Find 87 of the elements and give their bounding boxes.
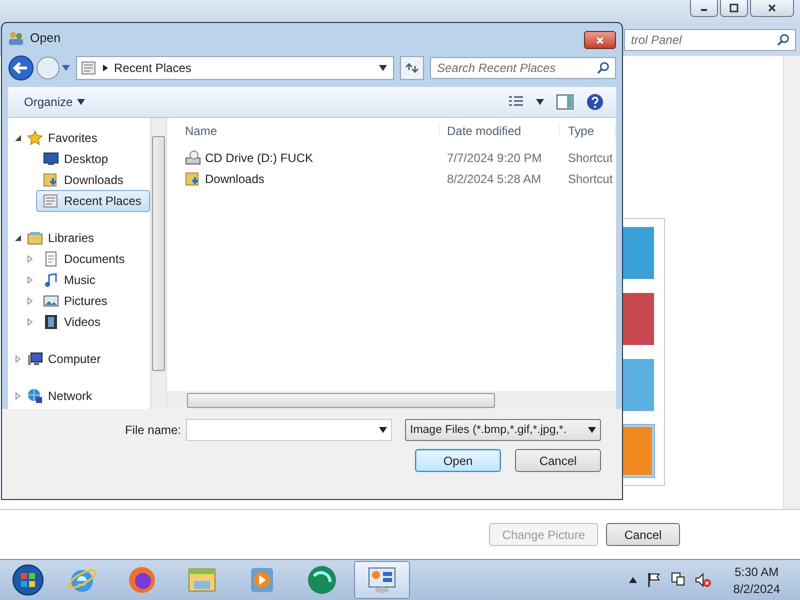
- monitor-icon: [43, 150, 59, 166]
- chevron-icon: [103, 64, 108, 72]
- caret-icon: [76, 99, 85, 105]
- column-header[interactable]: Name: [167, 124, 440, 138]
- breadcrumb[interactable]: Recent Places: [114, 61, 192, 75]
- dropdown-arrow-icon[interactable]: [536, 99, 544, 105]
- recent-places-icon: [81, 60, 97, 76]
- dropdown-arrow-icon[interactable]: [379, 427, 387, 433]
- view-list-icon[interactable]: [508, 95, 524, 109]
- nav-item[interactable]: Desktop: [36, 148, 118, 170]
- clock-date[interactable]: 8/2/2024: [733, 582, 780, 596]
- taskbar-button[interactable]: [354, 561, 410, 599]
- scrollbar[interactable]: [783, 56, 800, 509]
- close-button[interactable]: [750, 0, 794, 17]
- nav-item[interactable]: Network: [24, 384, 102, 406]
- library-icon: [27, 230, 43, 246]
- preview-pane-icon[interactable]: [556, 94, 574, 110]
- expand-arrow-icon[interactable]: [14, 392, 22, 400]
- collapse-arrow-icon[interactable]: [14, 134, 22, 142]
- disc-drive-icon: [185, 150, 201, 166]
- start-orb-button: [12, 564, 44, 596]
- nav-item[interactable]: Music: [36, 268, 104, 290]
- organize-button[interactable]: Organize: [18, 93, 91, 111]
- expand-arrow-icon[interactable]: [26, 276, 34, 284]
- nav-item[interactable]: Recent Places: [36, 190, 150, 212]
- refresh-icon: [405, 62, 419, 74]
- search-field[interactable]: trol Panel: [624, 29, 796, 51]
- file-type-dropdown[interactable]: Image Files (*.bmp,*.gif,*.jpg,*.: [405, 419, 601, 441]
- address-bar[interactable]: Recent Places: [76, 56, 394, 80]
- document-icon: [43, 250, 59, 266]
- speaker-muted-icon[interactable]: [695, 572, 712, 588]
- computer-icon: [27, 350, 43, 366]
- column-header[interactable]: Type: [560, 124, 616, 138]
- nav-item[interactable]: Pictures: [36, 290, 116, 312]
- nav-item[interactable]: Computer: [24, 348, 110, 370]
- nav-item[interactable]: Downloads: [36, 168, 132, 190]
- flag-icon[interactable]: [647, 572, 662, 588]
- type-cell-text: Shortcut: [567, 172, 614, 186]
- picture-icon: [43, 292, 59, 308]
- show-hidden-icons-button[interactable]: [629, 577, 638, 583]
- collapse-arrow-icon[interactable]: [14, 234, 22, 242]
- expand-arrow-icon[interactable]: [26, 296, 34, 304]
- dropdown-arrow-icon: [588, 427, 596, 433]
- maximize-button[interactable]: [720, 0, 748, 17]
- open-button[interactable]: Open: [415, 449, 501, 472]
- column-header[interactable]: Date modified: [440, 124, 560, 138]
- music-note-icon: [43, 272, 59, 288]
- date-cell-text: 7/7/2024 9:20 PM: [446, 150, 543, 164]
- nav-item[interactable]: Documents: [36, 248, 134, 270]
- clock-time[interactable]: 5:30 AM: [734, 564, 779, 578]
- globe-icon: [27, 388, 43, 404]
- expand-arrow-icon[interactable]: [26, 254, 34, 262]
- type-cell-text: Shortcut: [567, 150, 614, 164]
- download-folder-icon: [185, 170, 201, 186]
- file-name-field[interactable]: [186, 419, 392, 441]
- cancel-button[interactable]: Cancel: [606, 523, 680, 546]
- search-field[interactable]: Search Recent Places: [430, 57, 616, 79]
- back-button[interactable]: [8, 55, 34, 81]
- people-icon: [8, 30, 24, 46]
- search-icon: [597, 61, 610, 74]
- file-name[interactable]: CD Drive (D:) FUCK: [167, 150, 440, 166]
- recent-places-icon: [43, 192, 59, 208]
- nav-item[interactable]: Favorites: [24, 126, 106, 148]
- search-icon: [777, 33, 790, 46]
- expand-arrow-icon[interactable]: [14, 354, 22, 362]
- nav-item[interactable]: Videos: [36, 310, 110, 332]
- file-name-label: File name:: [124, 423, 181, 437]
- star-icon: [27, 130, 43, 146]
- cancel-button[interactable]: Cancel: [515, 449, 601, 472]
- maximize-icon: [729, 3, 739, 13]
- expand-arrow-icon[interactable]: [26, 318, 34, 326]
- window-title: Open: [30, 31, 61, 45]
- close-icon: [767, 3, 777, 13]
- scrollbar[interactable]: [150, 118, 166, 409]
- refresh-button[interactable]: [400, 56, 424, 80]
- network-icon[interactable]: [671, 572, 686, 588]
- film-icon: [43, 314, 59, 330]
- scrollbar[interactable]: [167, 391, 616, 409]
- help-icon[interactable]: [586, 93, 604, 111]
- date-cell-text: 8/2/2024 5:28 AM: [446, 172, 542, 186]
- minimize-button[interactable]: [690, 0, 718, 17]
- nav-item[interactable]: Libraries: [24, 226, 104, 248]
- close-button[interactable]: [584, 31, 616, 49]
- dropdown-arrow-icon[interactable]: [379, 65, 387, 71]
- download-folder-icon: [43, 172, 59, 188]
- file-name[interactable]: Downloads: [167, 170, 440, 186]
- close-icon: [595, 36, 605, 44]
